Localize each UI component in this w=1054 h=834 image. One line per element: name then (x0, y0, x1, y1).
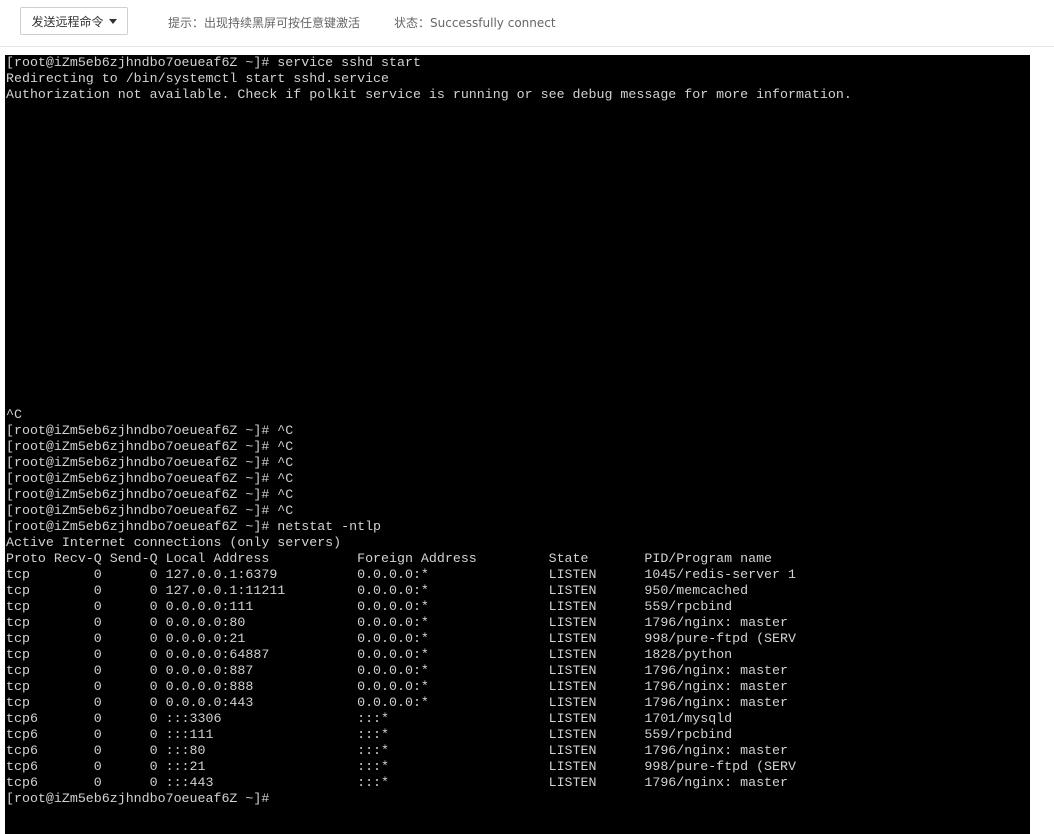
status-text: 状态：Successfully connect (394, 16, 556, 30)
toolbar: 发送远程命令 提示：出现持续黑屏可按任意键激活 状态：Successfully … (0, 0, 1054, 46)
terminal-line: tcp6 0 0 :::21 :::* LISTEN 998/pure-ftpd… (6, 759, 796, 774)
terminal-line: Authorization not available. Check if po… (6, 87, 852, 102)
send-remote-command-label: 发送远程命令 (31, 14, 104, 29)
terminal-line: tcp 0 0 0.0.0.0:888 0.0.0.0:* LISTEN 179… (6, 679, 788, 694)
terminal-line: [root@iZm5eb6zjhndbo7oeueaf6Z ~]# netsta… (6, 519, 382, 534)
terminal-line: [root@iZm5eb6zjhndbo7oeueaf6Z ~]# ^C (6, 471, 294, 486)
terminal-line: [root@iZm5eb6zjhndbo7oeueaf6Z ~]# ^C (6, 503, 294, 518)
terminal-line: tcp 0 0 127.0.0.1:6379 0.0.0.0:* LISTEN … (6, 567, 796, 582)
terminal-line: tcp 0 0 0.0.0.0:111 0.0.0.0:* LISTEN 559… (6, 599, 733, 614)
terminal-line: ^C (6, 407, 22, 422)
terminal-line: tcp 0 0 0.0.0.0:443 0.0.0.0:* LISTEN 179… (6, 695, 788, 710)
terminal-line: [root@iZm5eb6zjhndbo7oeueaf6Z ~]# ^C (6, 487, 294, 502)
terminal-line: [root@iZm5eb6zjhndbo7oeueaf6Z ~]# ^C (6, 439, 294, 454)
hint-text: 提示：出现持续黑屏可按任意键激活 (168, 16, 361, 30)
toolbar-divider (0, 46, 1054, 47)
send-remote-command-button[interactable]: 发送远程命令 (20, 7, 128, 35)
terminal-blank-area (6, 103, 852, 407)
terminal-line: [root@iZm5eb6zjhndbo7oeueaf6Z ~]# ^C (6, 455, 294, 470)
terminal-line: tcp 0 0 0.0.0.0:887 0.0.0.0:* LISTEN 179… (6, 663, 788, 678)
terminal-line: tcp6 0 0 :::80 :::* LISTEN 1796/nginx: m… (6, 743, 788, 758)
terminal-line: Redirecting to /bin/systemctl start sshd… (6, 71, 390, 86)
terminal-line: tcp 0 0 0.0.0.0:21 0.0.0.0:* LISTEN 998/… (6, 631, 796, 646)
terminal-line: tcp6 0 0 :::111 :::* LISTEN 559/rpcbind (6, 727, 733, 742)
terminal[interactable]: [root@iZm5eb6zjhndbo7oeueaf6Z ~]# servic… (5, 55, 1030, 834)
terminal-line: Active Internet connections (only server… (6, 535, 342, 550)
terminal-line: tcp6 0 0 :::443 :::* LISTEN 1796/nginx: … (6, 775, 788, 790)
terminal-line: Proto Recv-Q Send-Q Local Address Foreig… (6, 551, 773, 566)
chevron-down-icon (108, 19, 117, 24)
terminal-line: [root@iZm5eb6zjhndbo7oeueaf6Z ~]# ^C (6, 423, 294, 438)
terminal-output: [root@iZm5eb6zjhndbo7oeueaf6Z ~]# servic… (6, 55, 852, 807)
terminal-line: tcp6 0 0 :::3306 :::* LISTEN 1701/mysqld (6, 711, 733, 726)
terminal-line: tcp 0 0 0.0.0.0:80 0.0.0.0:* LISTEN 1796… (6, 615, 788, 630)
terminal-prompt-line: [root@iZm5eb6zjhndbo7oeueaf6Z ~]# (6, 791, 270, 806)
terminal-line: tcp 0 0 127.0.0.1:11211 0.0.0.0:* LISTEN… (6, 583, 749, 598)
terminal-line: tcp 0 0 0.0.0.0:64887 0.0.0.0:* LISTEN 1… (6, 647, 733, 662)
terminal-line: [root@iZm5eb6zjhndbo7oeueaf6Z ~]# servic… (6, 55, 421, 70)
